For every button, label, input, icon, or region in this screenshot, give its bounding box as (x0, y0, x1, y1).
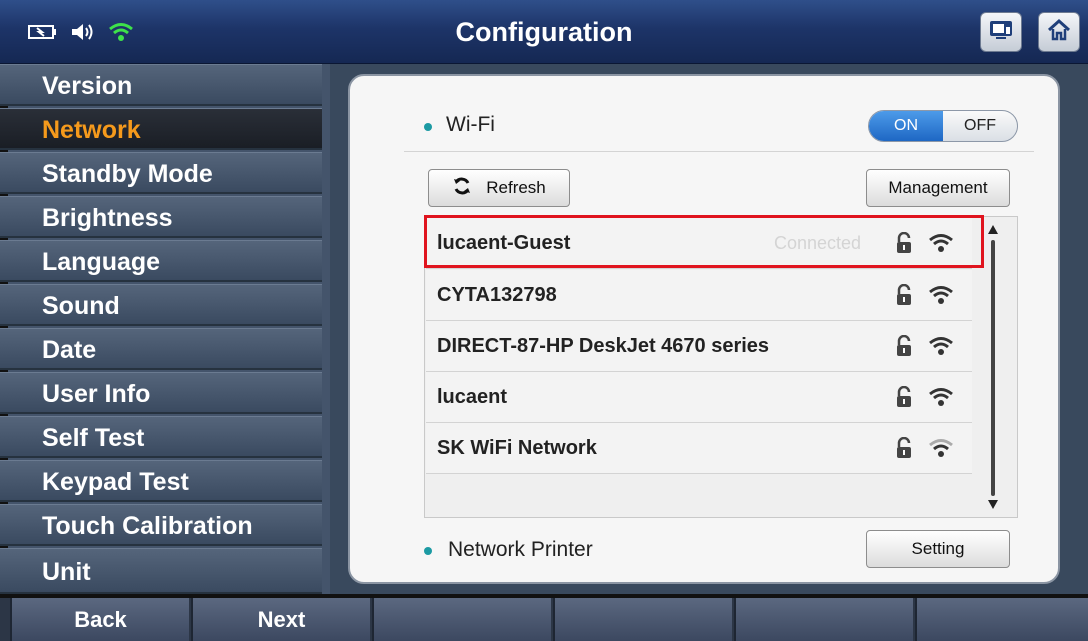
wifi-signal-icon (928, 437, 954, 464)
network-name: SK WiFi Network (437, 437, 597, 459)
lock-icon (894, 385, 914, 413)
network-name: lucaent (437, 386, 508, 408)
page-title: Configuration (455, 17, 633, 47)
sidebar-item-keypad-test[interactable]: Keypad Test (0, 460, 322, 502)
sidebar-item-sound[interactable]: Sound (0, 284, 322, 326)
network-row[interactable]: DIRECT-87-HP DeskJet 4670 series (426, 321, 972, 372)
sidebar-item-language[interactable]: Language (0, 240, 322, 282)
network-list-scrollbar[interactable] (986, 222, 1000, 512)
sidebar-item-brightness[interactable]: Brightness (0, 196, 322, 238)
wifi-signal-icon (928, 335, 954, 362)
setting-button[interactable]: Setting (866, 530, 1010, 568)
selected-network-highlight (424, 215, 984, 268)
wifi-toggle-off[interactable]: OFF (943, 111, 1017, 141)
home-icon (1046, 18, 1072, 47)
wifi-bullet (424, 123, 432, 131)
next-button[interactable]: Next (191, 598, 370, 641)
display-button[interactable] (980, 12, 1022, 52)
home-button[interactable] (1038, 12, 1080, 52)
refresh-icon (452, 176, 472, 201)
wifi-signal-icon (928, 386, 954, 413)
network-name: CYTA132798 (437, 284, 557, 306)
sidebar-item-user-info[interactable]: User Info (0, 372, 322, 414)
sidebar-item-network[interactable]: Network (0, 108, 322, 150)
sidebar-item-self-test[interactable]: Self Test (0, 416, 322, 458)
sidebar-item-unit[interactable]: Unit (0, 548, 322, 594)
lock-icon (894, 436, 914, 464)
wifi-signal-icon (928, 284, 954, 311)
sidebar-item-touch-calibration[interactable]: Touch Calibration (0, 504, 322, 546)
refresh-button[interactable]: Refresh (428, 169, 570, 207)
back-button[interactable]: Back (10, 598, 189, 641)
display-icon (988, 19, 1014, 46)
lock-icon (894, 334, 914, 362)
sidebar-item-standby-mode[interactable]: Standby Mode (0, 152, 322, 194)
footer-slot-3 (372, 598, 551, 641)
footer-slot-6 (915, 598, 1088, 641)
sidebar-item-version[interactable]: Version (0, 64, 322, 106)
wifi-toggle-on[interactable]: ON (869, 111, 943, 141)
section-divider (404, 151, 1034, 152)
printer-bullet (424, 547, 432, 555)
wifi-label: Wi-Fi (446, 113, 495, 136)
wifi-toggle[interactable]: ON OFF (868, 110, 1018, 142)
lock-icon (894, 283, 914, 311)
title-bar: Configuration (0, 0, 1088, 64)
network-printer-label: Network Printer (448, 538, 593, 561)
footer-slot-5 (734, 598, 913, 641)
refresh-label: Refresh (486, 178, 546, 197)
sidebar-item-date[interactable]: Date (0, 328, 322, 370)
management-button[interactable]: Management (866, 169, 1010, 207)
network-row[interactable]: SK WiFi Network (426, 423, 972, 474)
network-row[interactable]: CYTA132798 (426, 270, 972, 321)
network-name: DIRECT-87-HP DeskJet 4670 series (437, 335, 770, 357)
footer-slot-4 (553, 598, 732, 641)
network-row[interactable]: lucaent (426, 372, 972, 423)
